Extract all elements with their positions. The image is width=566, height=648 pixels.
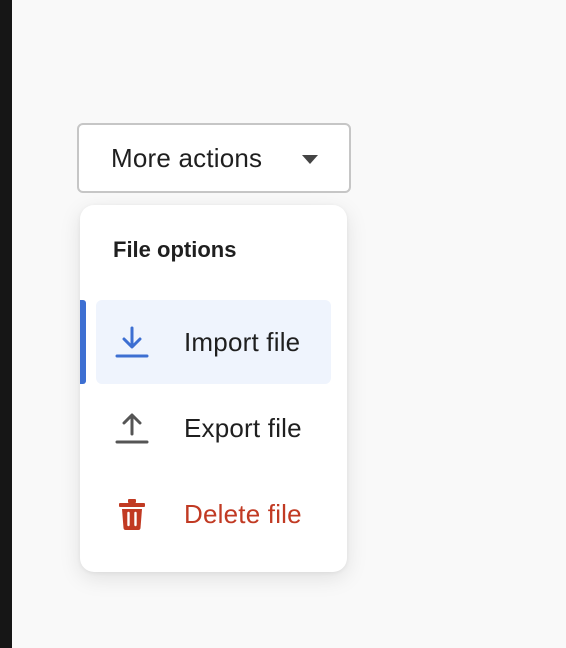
actions-dropdown-menu: File options Import file Export file Del…	[80, 205, 347, 572]
menu-item-import-file[interactable]: Import file	[80, 300, 331, 384]
menu-item-export-file[interactable]: Export file	[96, 386, 331, 470]
menu-heading: File options	[113, 237, 237, 262]
more-actions-button[interactable]: More actions	[77, 123, 351, 193]
menu-item-label: Delete file	[184, 498, 302, 529]
upload-icon	[115, 413, 149, 444]
trash-icon	[119, 499, 145, 530]
more-actions-label: More actions	[111, 142, 263, 173]
caret-down-icon	[302, 155, 318, 164]
menu-item-label: Export file	[184, 412, 302, 443]
active-indicator	[80, 300, 86, 384]
download-icon	[115, 326, 149, 358]
menu-item-label: Import file	[184, 326, 301, 357]
left-edge-strip	[0, 0, 12, 648]
menu-item-delete-file[interactable]: Delete file	[96, 472, 331, 556]
